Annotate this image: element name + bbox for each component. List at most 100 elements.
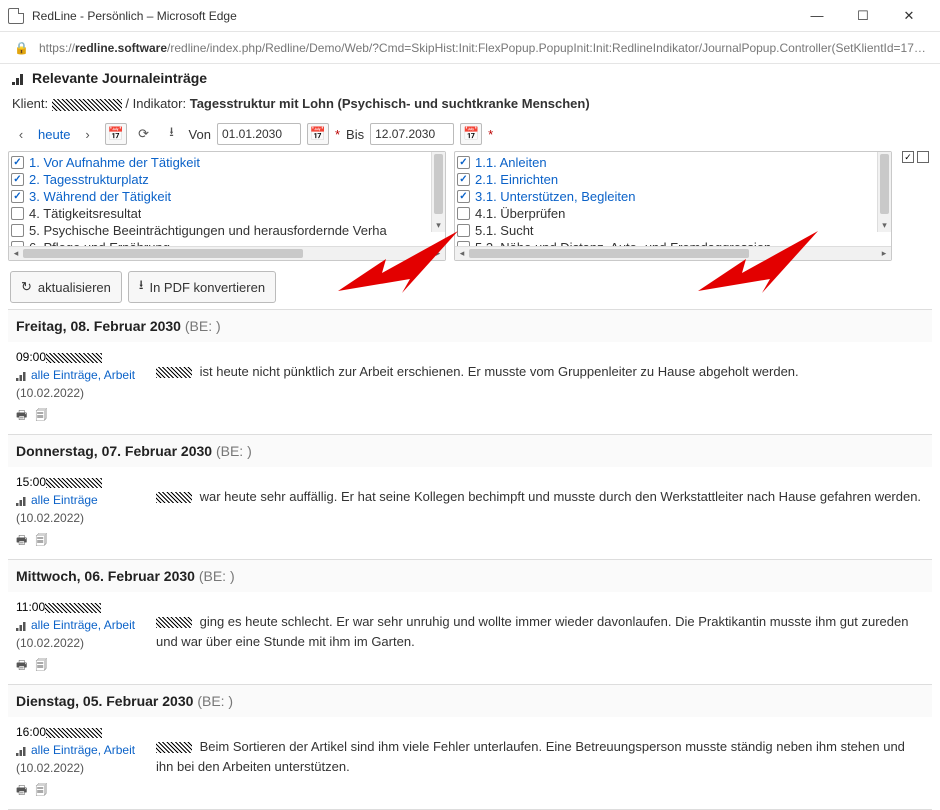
select-all-right (902, 151, 929, 163)
journal-entry: Dienstag, 05. Februar 2030 (BE: )16:00al… (8, 685, 932, 810)
von-calendar-icon[interactable]: 📅 (307, 123, 329, 145)
checkbox-icon[interactable] (11, 173, 24, 186)
checkbox-icon[interactable] (457, 156, 470, 169)
category-list-right: 1.1. Anleiten2.1. Einrichten 3.1. Unterst… (454, 151, 892, 261)
section-title: Relevante Journaleinträge (8, 64, 932, 92)
checkbox-icon[interactable] (457, 207, 470, 220)
list-item[interactable]: 5.2. Nähe und Distanz, Auto- und Fremdag… (456, 239, 890, 246)
chart-icon (16, 371, 28, 381)
entry-be: (BE: ) (199, 568, 235, 584)
download-icon: ⭳ (139, 276, 144, 298)
entry-tags-link[interactable]: alle Einträge, Arbeit (31, 743, 135, 757)
url-text[interactable]: https://redline.software/redline/index.p… (39, 41, 926, 55)
entry-be: (BE: ) (185, 318, 221, 334)
minimize-button[interactable]: — (794, 0, 840, 32)
list-item[interactable]: 2. Tagesstrukturplatz (10, 171, 444, 188)
entry-meta: 15:00alle Einträge(10.02.2022)🖶🗐 (16, 473, 146, 549)
entry-header: Mittwoch, 06. Februar 2030 (BE: ) (8, 560, 932, 592)
checkbox-icon[interactable] (457, 173, 470, 186)
today-link[interactable]: heute (38, 127, 71, 142)
download-icon[interactable]: ⭳ (161, 123, 183, 145)
list-item-label: 5.1. Sucht (475, 223, 534, 238)
calendar-today-icon[interactable]: 📅 (105, 123, 127, 145)
list-item[interactable]: 4. Tätigkeitsresultat (10, 205, 444, 222)
indikator-value: Tagesstruktur mit Lohn (Psychisch- und s… (190, 96, 590, 111)
list-item[interactable]: 5. Psychische Beeinträchtigungen und her… (10, 222, 444, 239)
entry-date: Dienstag, 05. Februar 2030 (16, 693, 193, 709)
list-item[interactable]: 6. Pflege und Ernährung (10, 239, 444, 246)
maximize-button[interactable]: ☐ (840, 0, 886, 32)
checkbox-icon[interactable] (457, 190, 470, 203)
list-item-label: 5. Psychische Beeinträchtigungen und her… (29, 223, 387, 238)
list-item-label: 3. Während der Tätigkeit (29, 189, 171, 204)
copy-icon[interactable]: 🗐 (35, 406, 47, 424)
required-marker: * (335, 127, 340, 142)
list-item[interactable]: 1. Vor Aufnahme der Tätigkeit (10, 154, 444, 171)
entry-tags-link[interactable]: alle Einträge, Arbeit (31, 618, 135, 632)
list-item[interactable]: 4.1. Überprüfen (456, 205, 890, 222)
refresh-icon[interactable]: ⟳ (133, 123, 155, 145)
prev-button[interactable]: ‹ (10, 123, 32, 145)
checkbox-icon[interactable] (11, 190, 24, 203)
redacted (46, 728, 102, 738)
entry-meta: 16:00alle Einträge, Arbeit(10.02.2022)🖶🗐 (16, 723, 146, 799)
entry-meta: 09:00alle Einträge, Arbeit(10.02.2022)🖶🗐 (16, 348, 146, 424)
entry-date: Freitag, 08. Februar 2030 (16, 318, 181, 334)
pdf-export-button[interactable]: ⭳ In PDF konvertieren (128, 271, 276, 303)
von-input[interactable] (217, 123, 301, 145)
uncheck-all-icon[interactable] (917, 151, 929, 163)
print-icon[interactable]: 🖶 (16, 656, 27, 674)
close-button[interactable]: ✕ (886, 0, 932, 32)
list-item[interactable]: 3. Während der Tätigkeit (10, 188, 444, 205)
von-label: Von (189, 127, 211, 142)
entry-header: Freitag, 08. Februar 2030 (BE: ) (8, 310, 932, 342)
date-navigation: ‹ heute › 📅 ⟳ ⭳ Von 📅 * Bis 📅 * (8, 121, 932, 151)
print-icon[interactable]: 🖶 (16, 531, 27, 549)
check-all-icon[interactable] (902, 151, 914, 163)
bis-input[interactable] (370, 123, 454, 145)
redacted (46, 478, 102, 488)
refresh-button[interactable]: ↻ aktualisieren (10, 271, 122, 303)
copy-icon[interactable]: 🗐 (35, 531, 47, 549)
copy-icon[interactable]: 🗐 (35, 656, 47, 674)
checkbox-icon[interactable] (11, 156, 24, 169)
list-item[interactable]: 3.1. Unterstützen, Begleiten (456, 188, 890, 205)
scrollbar-horizontal[interactable]: ◂▸ (455, 246, 891, 260)
print-icon[interactable]: 🖶 (16, 406, 27, 424)
entry-tags-link[interactable]: alle Einträge (31, 493, 98, 507)
entry-tags-link[interactable]: alle Einträge, Arbeit (31, 368, 135, 382)
entry-text: Beim Sortieren der Artikel sind ihm viel… (156, 723, 924, 799)
scrollbar-vertical[interactable]: ▾ (877, 152, 891, 232)
chart-icon (16, 496, 28, 506)
checkbox-icon[interactable] (11, 224, 24, 237)
entry-date: Donnerstag, 07. Februar 2030 (16, 443, 212, 459)
list-item-label: 3.1. Unterstützen, Begleiten (475, 189, 635, 204)
scrollbar-horizontal[interactable]: ◂▸ (9, 246, 445, 260)
copy-icon[interactable]: 🗐 (35, 781, 47, 799)
entry-meta: 11:00alle Einträge, Arbeit(10.02.2022)🖶🗐 (16, 598, 146, 674)
list-item[interactable]: 5.1. Sucht (456, 222, 890, 239)
list-item-label: 2.1. Einrichten (475, 172, 558, 187)
entry-be: (BE: ) (197, 693, 233, 709)
next-button[interactable]: › (77, 123, 99, 145)
entry-be: (BE: ) (216, 443, 252, 459)
journal-icon (12, 71, 26, 85)
list-item[interactable]: 1.1. Anleiten (456, 154, 890, 171)
chart-icon (16, 621, 28, 631)
bis-calendar-icon[interactable]: 📅 (460, 123, 482, 145)
entry-date: Mittwoch, 06. Februar 2030 (16, 568, 195, 584)
window-title: RedLine - Persönlich – Microsoft Edge (32, 9, 237, 23)
checkbox-icon[interactable] (11, 207, 24, 220)
print-icon[interactable]: 🖶 (16, 781, 27, 799)
entry-header: Donnerstag, 07. Februar 2030 (BE: ) (8, 435, 932, 467)
list-item-label: 4.1. Überprüfen (475, 206, 565, 221)
checkbox-icon[interactable] (457, 224, 470, 237)
list-item-label: 4. Tätigkeitsresultat (29, 206, 141, 221)
entry-time: 09:00 (16, 350, 46, 364)
scrollbar-vertical[interactable]: ▾ (431, 152, 445, 232)
entry-created: (10.02.2022) (16, 759, 146, 777)
entry-text: ging es heute schlecht. Er war sehr unru… (156, 598, 924, 674)
list-item-label: 1. Vor Aufnahme der Tätigkeit (29, 155, 200, 170)
list-item[interactable]: 2.1. Einrichten (456, 171, 890, 188)
list-item-label: 2. Tagesstrukturplatz (29, 172, 149, 187)
